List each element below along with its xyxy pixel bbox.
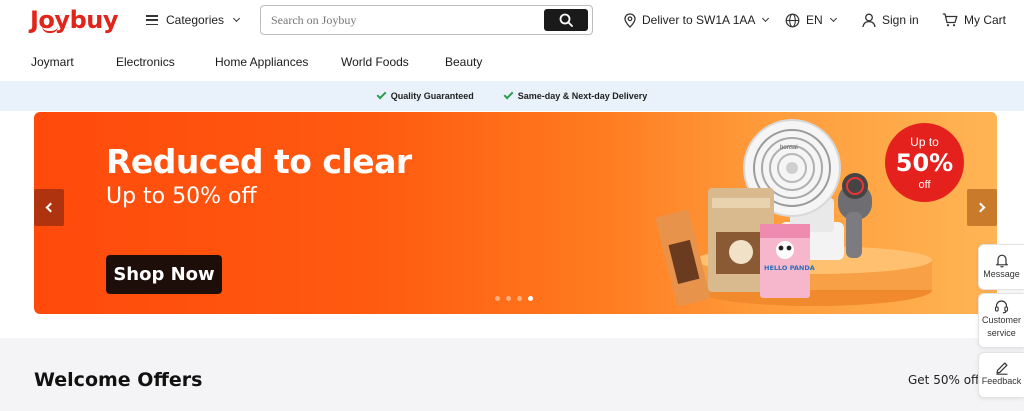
user-icon	[862, 13, 876, 27]
customer-service-label: Customer service	[981, 315, 1021, 338]
chevron-down-icon	[829, 14, 837, 23]
category-nav-item[interactable]: World Foods	[341, 55, 409, 69]
check-icon	[503, 89, 514, 100]
customer-service-button[interactable]: Customer service	[978, 293, 1024, 348]
service-promise-strip: Quality Guaranteed Same-day & Next-day D…	[0, 81, 1024, 111]
category-nav-item[interactable]: Beauty	[445, 55, 482, 69]
message-button[interactable]: Message	[978, 244, 1024, 290]
badge-line-2: 50%	[895, 149, 954, 177]
language-selector[interactable]: EN	[785, 11, 837, 29]
hamburger-icon	[146, 15, 158, 25]
carousel-prev-button[interactable]	[34, 189, 64, 226]
location-pin-icon	[624, 12, 636, 28]
language-label: EN	[806, 13, 823, 27]
search-input[interactable]	[271, 12, 531, 29]
badge-line-3: off	[918, 179, 931, 191]
deliver-to-selector[interactable]: Deliver to SW1A 1AA	[624, 11, 770, 29]
category-nav-item[interactable]: Electronics	[116, 55, 175, 69]
chevron-left-icon	[45, 202, 56, 213]
hero-banner[interactable]: Reduced to clear Up to 50% off Shop Now …	[34, 112, 997, 314]
search-icon	[559, 13, 573, 27]
search-bar	[260, 5, 593, 35]
sign-in-link[interactable]: Sign in	[862, 11, 919, 29]
carousel-dot[interactable]	[517, 296, 522, 301]
cart-icon	[942, 13, 958, 27]
feedback-label: Feedback	[981, 376, 1022, 386]
joybuy-logo[interactable]: Joybuy	[30, 6, 118, 34]
search-button[interactable]	[544, 9, 588, 31]
banner-headline: Reduced to clear	[106, 142, 412, 181]
carousel-dot[interactable]	[506, 296, 511, 301]
fan-brand-label: bonsai	[780, 145, 798, 151]
feedback-button[interactable]: Feedback	[978, 352, 1024, 398]
promise-item: Quality Guaranteed	[376, 89, 474, 101]
bell-icon	[995, 254, 1008, 268]
category-nav: Joymart Electronics Home Appliances Worl…	[0, 50, 1024, 76]
message-label: Message	[983, 269, 1020, 279]
carousel-dot-active[interactable]	[528, 296, 533, 301]
sign-in-label: Sign in	[882, 13, 919, 27]
globe-icon	[785, 13, 800, 27]
cart-label: My Cart	[964, 13, 1006, 27]
chevron-right-icon	[975, 202, 986, 213]
promise-item: Same-day & Next-day Delivery	[503, 89, 648, 101]
welcome-offer-link[interactable]: Get 50% off	[908, 373, 979, 387]
chevron-down-icon	[762, 14, 770, 23]
snack-brand-label: HELLO PANDA	[764, 264, 815, 272]
my-cart-link[interactable]: My Cart	[942, 11, 1006, 29]
deliver-label: Deliver to SW1A 1AA	[642, 13, 756, 27]
shop-now-button[interactable]: Shop Now	[106, 255, 222, 294]
category-nav-item[interactable]: Joymart	[31, 55, 74, 69]
section-title: Welcome Offers	[34, 369, 203, 391]
promise-label: Quality Guaranteed	[390, 91, 474, 101]
check-icon	[376, 89, 387, 100]
chevron-down-icon	[232, 14, 241, 23]
badge-line-1: Up to	[910, 135, 939, 149]
headset-icon	[994, 300, 1009, 314]
pencil-icon	[995, 362, 1007, 375]
categories-label: Categories	[166, 13, 225, 27]
carousel-indicators	[495, 296, 533, 301]
category-nav-item[interactable]: Home Appliances	[215, 55, 308, 69]
promise-label: Same-day & Next-day Delivery	[517, 91, 648, 101]
top-header: Joybuy Categories Deliver to SW1A 1AA	[0, 0, 1024, 42]
discount-badge: Up to 50% off	[885, 123, 964, 202]
categories-menu-button[interactable]: Categories	[146, 11, 241, 29]
carousel-dot[interactable]	[495, 296, 500, 301]
carousel-next-button[interactable]	[967, 189, 997, 226]
banner-subheadline: Up to 50% off	[106, 184, 257, 209]
